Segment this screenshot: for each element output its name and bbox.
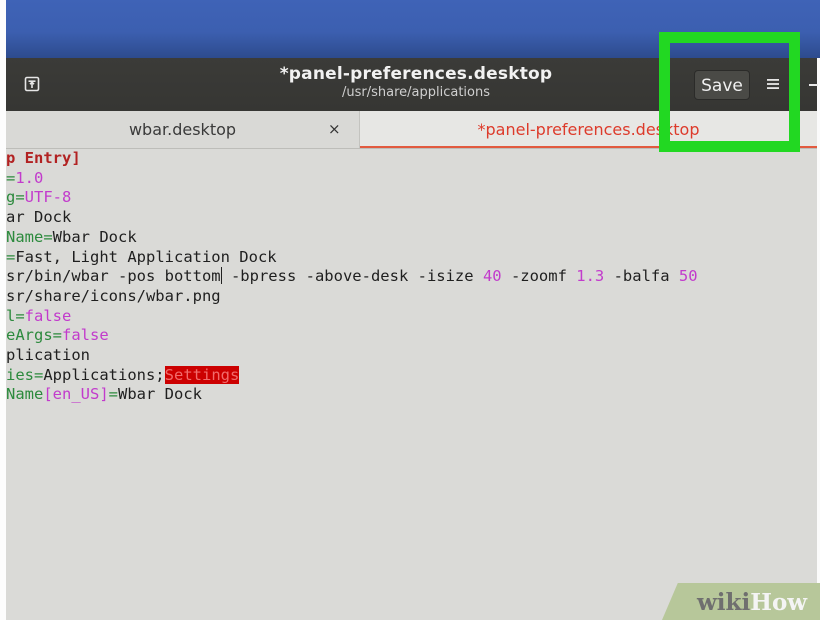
- window-title: *panel-preferences.desktop: [279, 64, 553, 84]
- code-line: Name=Wbar Dock: [6, 228, 137, 247]
- code-token: [en_US]: [43, 385, 109, 404]
- code-line: p Entry]: [6, 149, 81, 168]
- watermark-how: How: [750, 589, 808, 616]
- code-token: Wbar Dock: [118, 385, 202, 404]
- code-token: 1.3: [576, 267, 605, 286]
- code-token: eArgs=: [6, 326, 62, 345]
- code-token: false: [62, 326, 109, 345]
- highlight-box: [659, 32, 800, 152]
- text-editor[interactable]: p Entry] =1.0 g=UTF-8 ar Dock Name=Wbar Dock…: [6, 149, 817, 620]
- watermark-logo: wikiHow: [662, 583, 820, 620]
- code-token: sr/share/icons/wbar.png: [6, 286, 221, 305]
- code-token: -bpress -above-desk -isize: [221, 267, 483, 286]
- code-token: l=: [6, 306, 25, 325]
- search-match: Settings: [164, 365, 240, 384]
- code-token: =: [6, 168, 16, 187]
- code-line: ies=Applications;Settings: [6, 365, 240, 385]
- code-token: false: [24, 306, 72, 325]
- code-token: Applications;: [43, 365, 165, 384]
- code-token: ar Dock: [6, 208, 72, 227]
- code-token: 40: [482, 267, 502, 286]
- minimize-icon[interactable]: [809, 84, 818, 86]
- code-token: p Entry]: [6, 149, 81, 167]
- code-token: 1.0: [15, 168, 44, 187]
- code-token: sr/bin/wbar -pos bottom: [6, 267, 221, 286]
- pin-button[interactable]: [20, 72, 44, 96]
- tab-wbar-desktop[interactable]: wbar.desktop ×: [6, 111, 360, 148]
- code-line: ar Dock: [6, 208, 71, 227]
- code-line: =Fast, Light Application Dock: [6, 248, 277, 267]
- code-line: =1.0: [6, 169, 43, 188]
- code-line: Name[en_US]=Wbar Dock: [6, 385, 202, 404]
- code-token: UTF-8: [24, 188, 72, 207]
- window-subtitle: /usr/share/applications: [341, 85, 490, 100]
- code-token: Name: [6, 385, 44, 404]
- pin-icon: [24, 76, 40, 92]
- close-icon[interactable]: ×: [328, 111, 341, 148]
- code-token: -zoomf: [501, 267, 577, 286]
- code-token: =: [108, 385, 118, 404]
- code-token: g=: [6, 188, 25, 207]
- code-token: Fast, Light Application Dock: [15, 247, 277, 266]
- code-line: plication: [6, 346, 90, 365]
- title-block: *panel-preferences.desktop /usr/share/ap…: [206, 64, 626, 100]
- watermark-wiki: wiki: [697, 589, 751, 616]
- tab-label: wbar.desktop: [128, 120, 237, 139]
- code-token: Wbar Dock: [52, 227, 137, 246]
- code-line: sr/share/icons/wbar.png: [6, 287, 221, 306]
- code-line: g=UTF-8: [6, 188, 71, 207]
- code-token: ies=: [6, 365, 44, 384]
- code-token: plication: [6, 346, 90, 364]
- code-token: 50: [678, 267, 698, 286]
- code-token: Name=: [6, 227, 53, 246]
- code-line: eArgs=false: [6, 326, 109, 345]
- code-token: =: [6, 247, 16, 266]
- code-line: l=false: [6, 307, 71, 326]
- code-token: -balfa: [604, 267, 679, 286]
- code-line: sr/bin/wbar -pos bottom -bpress -above-d…: [6, 267, 698, 286]
